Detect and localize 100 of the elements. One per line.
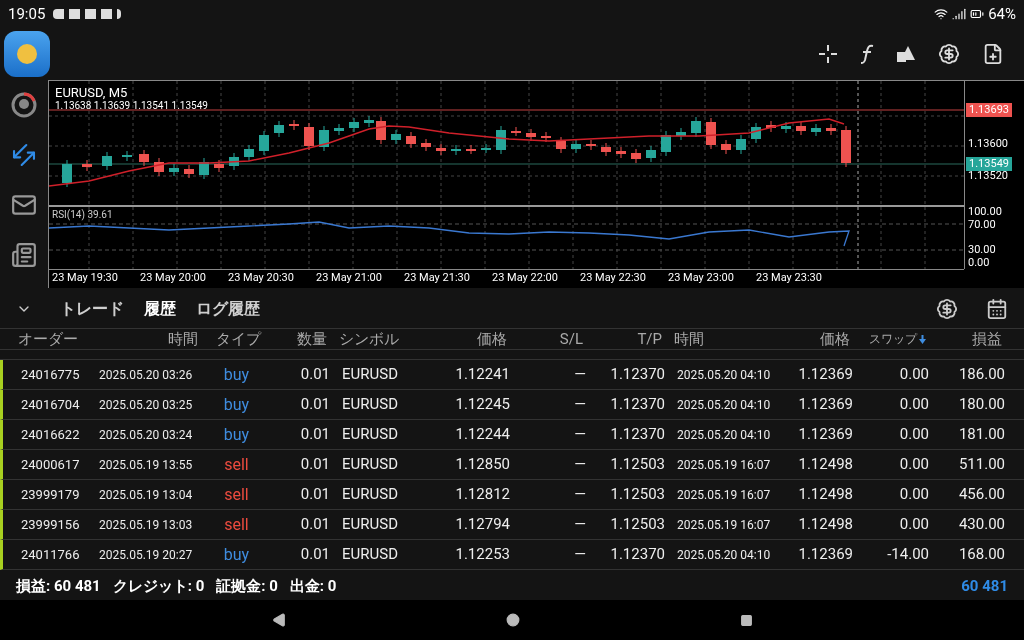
candle <box>349 117 359 133</box>
tab[interactable]: トレード <box>60 297 124 321</box>
indicator-label: RSI(14) 39.61 <box>52 209 113 221</box>
table-cell-text: 456.00 <box>957 484 1005 506</box>
column-header[interactable]: 損益 <box>926 327 1002 351</box>
app-logo-icon[interactable] <box>4 31 50 77</box>
trade-row[interactable]: 24016775 2025.05.20 03:26 buy 0.01 EURUSD 1.12241 — 1.12370 2025.05.20 04:10 1.12369 0.00 186.00 <box>0 360 1024 390</box>
candle <box>259 130 269 156</box>
table-cell-text: 2025.05.20 04:10 <box>676 396 772 414</box>
candle <box>766 120 776 133</box>
summary-item: 証拠金: 0 <box>216 575 278 597</box>
column-header[interactable]: シンボル <box>327 327 427 351</box>
table-cell-text: EURUSD <box>341 364 399 386</box>
table-cell-text: 0.00 <box>898 514 929 536</box>
table-cell-text: EURUSD <box>341 514 399 536</box>
candle <box>451 144 461 156</box>
news-icon[interactable] <box>11 242 37 268</box>
table-cell-text: 1.12369 <box>797 544 853 566</box>
total-profit: 60 481 <box>961 575 1008 597</box>
signal-icon <box>952 7 967 21</box>
table-cell-text: 1.12370 <box>609 364 665 386</box>
shapes-icon[interactable] <box>896 44 916 64</box>
trade-row[interactable]: 24000617 2025.05.19 13:55 sell 0.01 EURUSD 1.12850 — 1.12503 2025.05.19 16:07 1.12498 0.00 511.00 <box>0 450 1024 480</box>
trade-row[interactable]: 24016704 2025.05.20 03:25 buy 0.01 EURUSD 1.12245 — 1.12370 2025.05.20 04:10 1.12369 0.00 180.00 <box>0 390 1024 420</box>
candle <box>541 131 551 143</box>
time-tick: 23 May 22:30 <box>580 272 646 284</box>
mail-icon[interactable] <box>11 192 37 218</box>
candle <box>646 145 656 163</box>
table-cell-text: 430.00 <box>957 514 1005 536</box>
dollar-exchange-icon[interactable] <box>938 43 960 65</box>
new-order-icon[interactable] <box>982 43 1004 65</box>
table-cell-text: 2025.05.19 16:07 <box>676 516 772 534</box>
battery-level: 64% <box>988 3 1016 25</box>
table-cell-text: 2025.05.20 03:26 <box>99 366 194 384</box>
table-cell-text: 2025.05.19 13:04 <box>99 486 194 504</box>
candle <box>751 122 761 144</box>
battery-icon <box>970 7 985 21</box>
tab[interactable]: ログ履歴 <box>196 297 260 321</box>
table-cell-text: EURUSD <box>341 424 399 446</box>
ask-price-label: 1.13693 <box>966 103 1012 117</box>
candle <box>736 134 746 155</box>
column-header[interactable]: 価格 <box>427 327 507 351</box>
sort-arrow-icon <box>919 334 926 344</box>
dollar-exchange-icon[interactable] <box>936 298 958 320</box>
candle <box>676 127 686 141</box>
table-cell-text: 181.00 <box>957 424 1005 446</box>
trade-row[interactable]: 23999156 2025.05.19 13:03 sell 0.01 EURUSD 1.12794 — 1.12503 2025.05.19 16:07 1.12498 0.00 430.00 <box>0 510 1024 540</box>
column-header[interactable]: 時間 <box>662 327 774 351</box>
home-icon[interactable] <box>505 613 520 627</box>
candle <box>214 159 224 173</box>
column-header[interactable]: オーダー <box>18 327 96 351</box>
candle <box>289 119 299 131</box>
table-cell-text: 2025.05.20 03:24 <box>99 426 194 444</box>
candle <box>796 121 806 136</box>
candle <box>364 115 374 128</box>
trade-type: buy <box>222 423 251 446</box>
calendar-icon[interactable] <box>986 298 1008 320</box>
candle <box>199 157 209 180</box>
trade-row[interactable]: 24016622 2025.05.20 03:24 buy 0.01 EURUSD 1.12244 — 1.12370 2025.05.20 04:10 1.12369 0.00 181.00 <box>0 420 1024 450</box>
function-icon[interactable] <box>860 44 874 64</box>
candle <box>556 136 566 154</box>
column-header[interactable]: 数量 <box>261 327 327 351</box>
column-header[interactable]: 価格 <box>774 327 850 351</box>
table-cell-text: EURUSD <box>341 484 399 506</box>
table-cell-text: 186.00 <box>957 364 1005 386</box>
price-tick: 1.13520 <box>968 170 1008 182</box>
price-tick: 1.13600 <box>968 138 1008 150</box>
column-header[interactable]: S/L <box>507 327 583 351</box>
table-cell-text: 0.00 <box>898 484 929 506</box>
tab[interactable]: 履歴 <box>144 297 176 321</box>
table-cell-text: 1.12794 <box>454 514 510 536</box>
trade-row[interactable]: 23999179 2025.05.19 13:04 sell 0.01 EURUSD 1.12812 — 1.12503 2025.05.19 16:07 1.12498 0.00 456.00 <box>0 480 1024 510</box>
trade-row[interactable]: 24011766 2025.05.19 20:27 buy 0.01 EURUSD 1.12253 — 1.12370 2025.05.20 04:10 1.12369 -14.00 168.00 <box>0 540 1024 570</box>
recents-icon[interactable] <box>739 613 753 627</box>
table-cell-text: 1.12369 <box>797 364 853 386</box>
candle <box>601 142 611 157</box>
indicator-tick: 30.00 <box>968 244 996 256</box>
trade-type: sell <box>223 453 250 476</box>
summary-item: 出金: 0 <box>289 575 337 597</box>
column-header[interactable]: 時間 <box>96 327 206 351</box>
time-tick: 23 May 23:00 <box>668 272 734 284</box>
column-header[interactable]: スワップ <box>850 330 926 348</box>
table-cell-text: 2025.05.19 16:07 <box>676 486 772 504</box>
candle <box>244 144 254 162</box>
table-cell-text: 2025.05.19 16:07 <box>676 456 772 474</box>
column-header[interactable]: T/P <box>583 327 662 351</box>
account-icon[interactable] <box>11 92 37 118</box>
candle <box>319 125 329 152</box>
indicator-tick: 0.00 <box>968 257 990 269</box>
table-cell-text: 0.01 <box>299 544 330 566</box>
trade-type: buy <box>222 393 251 416</box>
crosshair-icon[interactable] <box>818 44 838 64</box>
column-header[interactable]: タイプ <box>206 327 261 351</box>
table-cell-text: 1.12503 <box>609 484 665 506</box>
table-cell-text: — <box>573 394 586 416</box>
table-cell-text: 1.12369 <box>797 394 853 416</box>
candle <box>496 125 506 155</box>
candle <box>691 116 701 138</box>
back-icon[interactable] <box>271 613 286 627</box>
table-cell-text: 1.12370 <box>609 424 665 446</box>
